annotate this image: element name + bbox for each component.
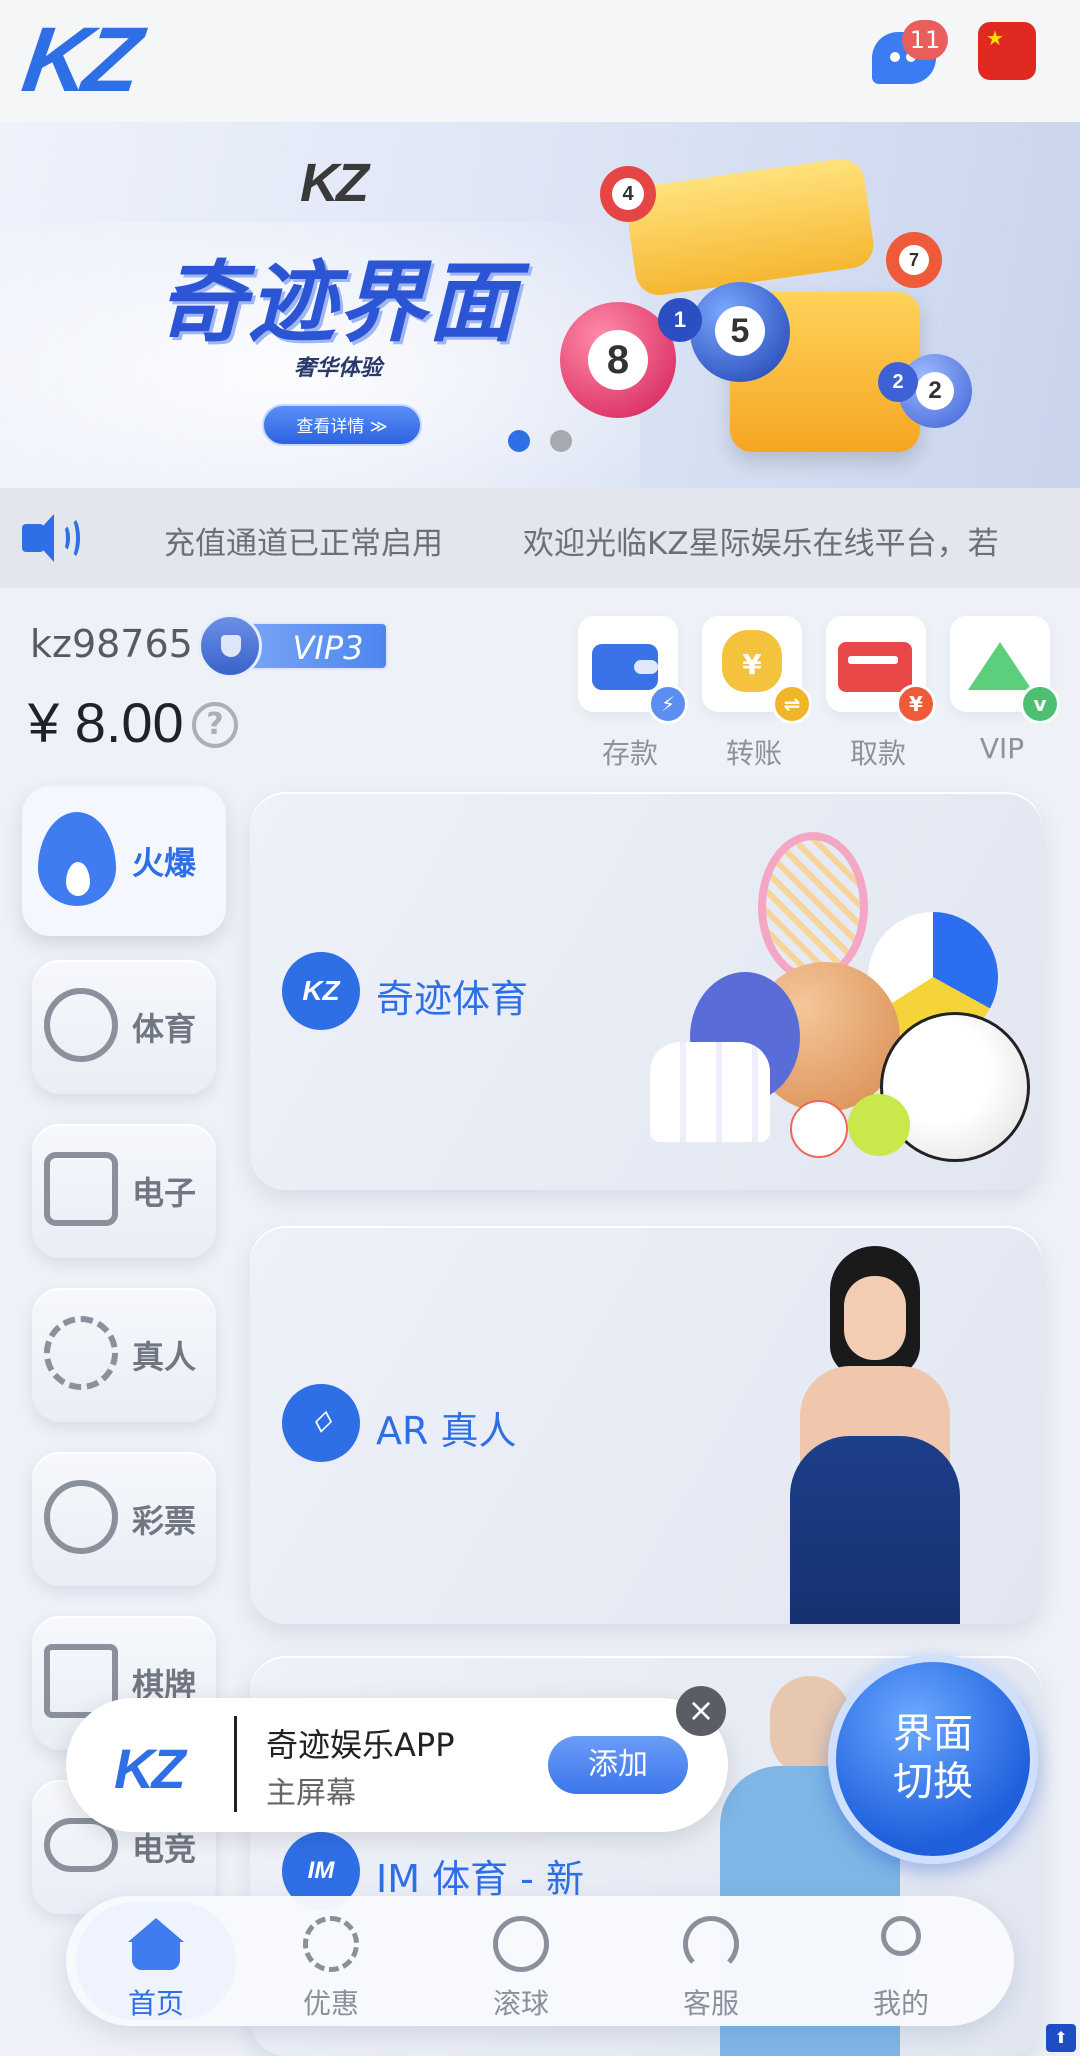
live-dealer-image xyxy=(760,1246,1000,1624)
poker-chip-icon xyxy=(44,1316,118,1390)
flame-icon xyxy=(38,812,116,906)
gift-badge-icon xyxy=(303,1916,359,1972)
promo-banner[interactable]: KZ 奇迹界面 奢华体验 查看详情 ≫ 4 8 5 1 2 2 7 xyxy=(0,122,1080,488)
deposit-button[interactable]: ⚡ 存款 xyxy=(578,616,688,772)
banner-details-button[interactable]: 查看详情 ≫ xyxy=(262,404,422,446)
nav-support[interactable]: 客服 xyxy=(626,1896,796,2026)
game-card-ar-live[interactable]: ♢ AR 真人 xyxy=(250,1226,1042,1624)
wallet-icon xyxy=(592,644,658,690)
banner-title: 奇迹界面 xyxy=(158,251,519,354)
lottery-ball-5: 5 xyxy=(690,282,790,382)
vip-badge[interactable]: VIP3 xyxy=(198,614,392,678)
nav-home[interactable]: 首页 xyxy=(76,1902,236,2020)
close-icon[interactable]: × xyxy=(676,1686,726,1736)
popup-title: 奇迹娱乐APP xyxy=(266,1726,455,1764)
announcement-item: 欢迎光临KZ星际娱乐在线平台，若 xyxy=(523,526,999,562)
money-bag-icon: ¥ xyxy=(722,630,782,692)
add-to-homescreen-popup: KZ 奇迹娱乐APP 主屏幕 添加 xyxy=(66,1698,728,1832)
transfer-button[interactable]: ¥ ⇌ 转账 xyxy=(702,616,812,772)
nav-live-ball[interactable]: 滚球 xyxy=(436,1896,606,2026)
balance-amount: ¥ 8.00 xyxy=(28,691,184,754)
bottom-nav: 首页 优惠 滚球 客服 我的 xyxy=(66,1896,1014,2026)
lightning-icon: ⚡ xyxy=(648,684,688,724)
popup-logo: KZ xyxy=(114,1737,186,1800)
announcement-bar[interactable]: 充值通道已正常启用 欢迎光临KZ星际娱乐在线平台，若 xyxy=(0,488,1080,588)
home-icon xyxy=(128,1918,184,1970)
category-live[interactable]: 真人 xyxy=(32,1288,216,1422)
lottery-ball-2b: 2 xyxy=(878,362,918,402)
banner-subtitle: 奢华体验 xyxy=(294,356,383,381)
vip-button[interactable]: v VIP xyxy=(950,616,1060,765)
vip-v-icon: v xyxy=(1020,684,1060,724)
treasure-chest-illustration: 4 8 5 1 2 2 7 xyxy=(560,142,1000,482)
user-icon xyxy=(881,1916,921,1956)
corner-indicator-icon[interactable]: ⬆ xyxy=(1046,2024,1076,2052)
banner-brand: KZ xyxy=(300,153,369,213)
lottery-ball-icon xyxy=(44,1480,118,1554)
kz-sports-logo-icon: KZ xyxy=(282,952,360,1030)
top-header: KZ 11 ★ xyxy=(0,0,1080,122)
lottery-ball-7: 7 xyxy=(886,232,942,288)
slot-machine-icon xyxy=(44,1152,118,1226)
nav-promotions[interactable]: 优惠 xyxy=(246,1896,416,2026)
headset-icon xyxy=(683,1916,739,1972)
category-hot[interactable]: 火爆 xyxy=(22,786,226,936)
ar-live-logo-icon: ♢ xyxy=(282,1384,360,1462)
category-lottery[interactable]: 彩票 xyxy=(32,1452,216,1586)
china-flag-icon: ★ xyxy=(986,26,1004,50)
language-button[interactable]: ★ xyxy=(978,22,1036,80)
carousel-dot-2[interactable] xyxy=(550,430,572,452)
popup-divider xyxy=(234,1716,237,1812)
chest-lid xyxy=(623,155,877,299)
ui-switch-button[interactable]: 界面 切换 xyxy=(828,1654,1038,1864)
category-sports[interactable]: 体育 xyxy=(32,960,216,1094)
ball-icon xyxy=(493,1916,549,1972)
lottery-ball-4: 4 xyxy=(600,166,656,222)
category-slots[interactable]: 电子 xyxy=(32,1124,216,1258)
username: kz98765 xyxy=(30,622,193,666)
vip-shield-icon xyxy=(198,614,262,678)
carousel-dot-1[interactable] xyxy=(508,430,530,452)
announcement-text: 充值通道已正常启用 欢迎光临KZ星际娱乐在线平台，若 xyxy=(164,518,1079,563)
announcement-item: 充值通道已正常启用 xyxy=(164,526,443,562)
crown-icon xyxy=(968,642,1032,690)
speaker-icon xyxy=(22,514,80,562)
game-card-kz-sports[interactable]: KZ 奇迹体育 xyxy=(250,792,1042,1190)
popup-subtitle: 主屏幕 xyxy=(266,1776,356,1811)
app-logo[interactable]: KZ xyxy=(17,9,142,111)
card-icon xyxy=(838,642,912,692)
swap-icon: ⇌ xyxy=(772,684,812,724)
help-icon[interactable]: ? xyxy=(192,702,238,748)
add-button[interactable]: 添加 xyxy=(548,1736,688,1794)
message-count-badge: 11 xyxy=(902,20,948,60)
soccer-ball-icon xyxy=(44,988,118,1062)
yuan-icon: ¥ xyxy=(896,684,936,724)
carousel-dots[interactable] xyxy=(508,430,572,452)
messages-button[interactable]: 11 xyxy=(872,20,948,84)
withdraw-button[interactable]: ¥ 取款 xyxy=(826,616,936,772)
nav-profile[interactable]: 我的 xyxy=(816,1896,986,2026)
lottery-ball-1: 1 xyxy=(658,298,702,342)
sports-balls-illustration xyxy=(650,832,1040,1190)
